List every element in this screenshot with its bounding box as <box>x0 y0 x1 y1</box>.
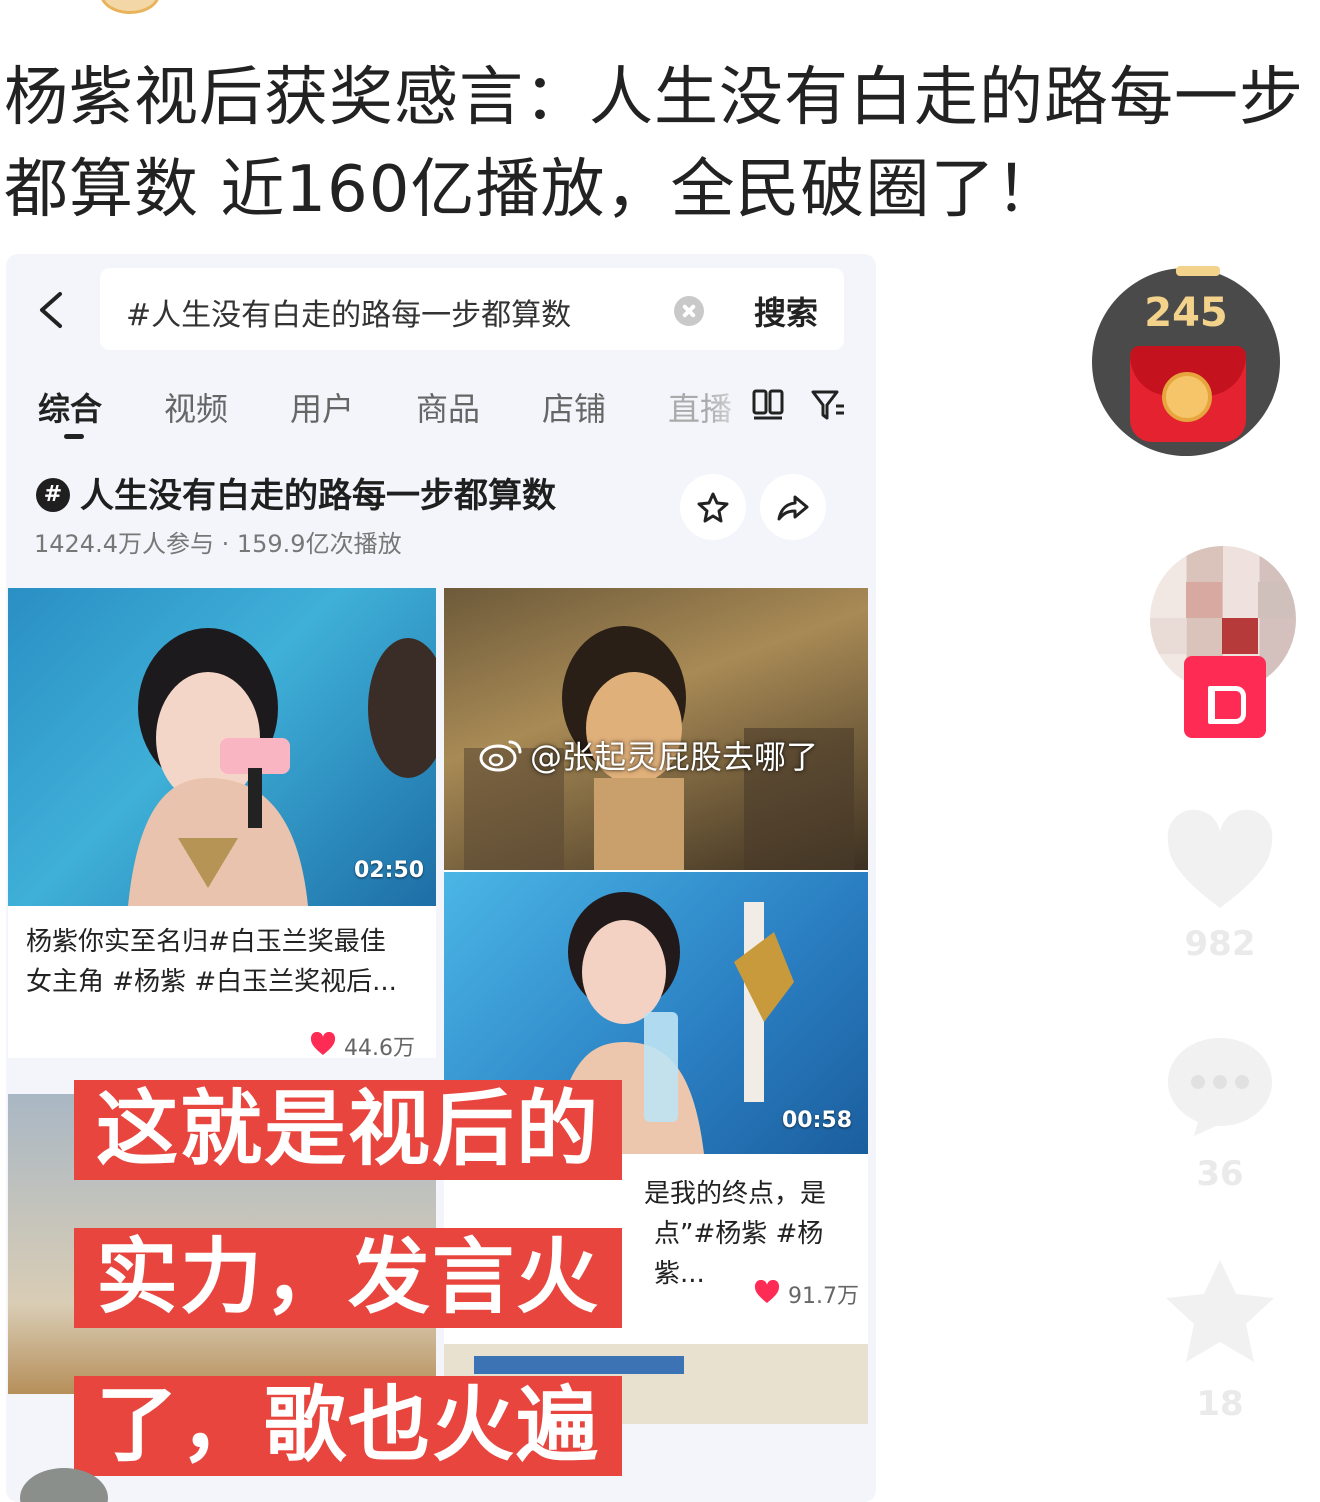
video-caption-line: 女主角 #杨紫 #白玉兰奖视后... <box>26 967 397 997</box>
video-thumbnail <box>474 1356 684 1374</box>
thumbnail-illustration <box>464 626 854 870</box>
topic-hash-icon: # <box>36 478 70 512</box>
weibo-icon <box>479 740 522 772</box>
mosaic-tile <box>1258 582 1294 618</box>
share-icon <box>777 495 809 521</box>
favorite-count: 18 <box>1196 1384 1244 1424</box>
mosaic-tile <box>1222 618 1258 654</box>
share-topic-button[interactable] <box>760 474 826 540</box>
top-strip <box>0 0 1320 14</box>
mosaic-tile <box>1186 582 1222 618</box>
video-duration: 00:58 <box>782 1108 853 1133</box>
poster-avatar[interactable] <box>100 0 160 14</box>
tab-user[interactable]: 用户 <box>290 384 354 430</box>
subtitle-line: 这就是视后的 <box>74 1080 623 1180</box>
post-headline: 杨紫视后获奖感言：人生没有白走的路每一步都算数 近160亿播放，全民破圈了！ <box>4 61 1304 227</box>
topic-header: # 人生没有白走的路每一步都算数 1424.4万人参与 · 159.9亿次播放 <box>6 458 876 568</box>
active-tab-indicator <box>64 434 84 439</box>
video-caption-line: 是我的终点，是 <box>644 1179 827 1209</box>
filter-icon[interactable] <box>810 388 846 422</box>
tab-goods[interactable]: 商品 <box>416 384 480 430</box>
clear-icon[interactable] <box>674 296 704 326</box>
subtitle-line: 实力，发言火 <box>74 1228 623 1328</box>
video-caption-line: 杨紫你实至名归#白玉兰奖最佳 <box>26 927 386 957</box>
coin-tab <box>1176 266 1220 276</box>
tab-store[interactable]: 店铺 <box>542 384 606 430</box>
like-count: 44.6万 <box>344 1036 415 1058</box>
tab-fade <box>706 374 756 444</box>
video-thumbnail <box>444 588 868 870</box>
grid-icon[interactable] <box>752 388 784 420</box>
search-button[interactable]: 搜索 <box>754 288 818 334</box>
comment-icon[interactable] <box>1160 1030 1280 1140</box>
heart-icon <box>310 1032 336 1055</box>
like-count: 982 <box>1184 924 1256 964</box>
coin-value: 245 <box>1144 290 1228 336</box>
mosaic-tile <box>1150 618 1186 654</box>
tab-video[interactable]: 视频 <box>164 384 228 430</box>
topic-title[interactable]: 人生没有白走的路每一步都算数 <box>80 468 556 517</box>
back-icon[interactable] <box>36 290 66 330</box>
follow-button[interactable] <box>1184 656 1266 738</box>
like-count: 91.7万 <box>788 1284 859 1309</box>
tab-comprehensive[interactable]: 综合 <box>38 384 102 430</box>
search-tabs: 综合 视频 用户 商品 店铺 直播 <box>6 374 876 454</box>
video-thumbnail: 02:50 <box>8 588 436 906</box>
video-duration: 02:50 <box>354 858 425 883</box>
star-icon[interactable] <box>1160 1256 1280 1366</box>
subtitle-line: 了，歌也火遍 <box>74 1376 623 1476</box>
comment-count: 36 <box>1196 1154 1244 1194</box>
heart-icon[interactable] <box>1160 808 1280 918</box>
red-packet-seal <box>1162 372 1212 422</box>
search-bar-row: #人生没有白走的路每一步都算数 搜索 <box>6 254 876 364</box>
weibo-watermark: @张起灵屁股去哪了 <box>530 738 819 776</box>
topic-stats: 1424.4万人参与 · 159.9亿次播放 <box>34 530 402 558</box>
video-card[interactable]: 02:50 杨紫你实至名归#白玉兰奖最佳 女主角 #杨紫 #白玉兰奖视后... … <box>8 588 436 1058</box>
star-icon <box>697 492 729 523</box>
search-query: #人生没有白走的路每一步都算数 <box>126 298 572 333</box>
heart-icon <box>754 1280 780 1303</box>
search-input[interactable]: #人生没有白走的路每一步都算数 搜索 <box>100 268 844 350</box>
favorite-topic-button[interactable] <box>680 474 746 540</box>
